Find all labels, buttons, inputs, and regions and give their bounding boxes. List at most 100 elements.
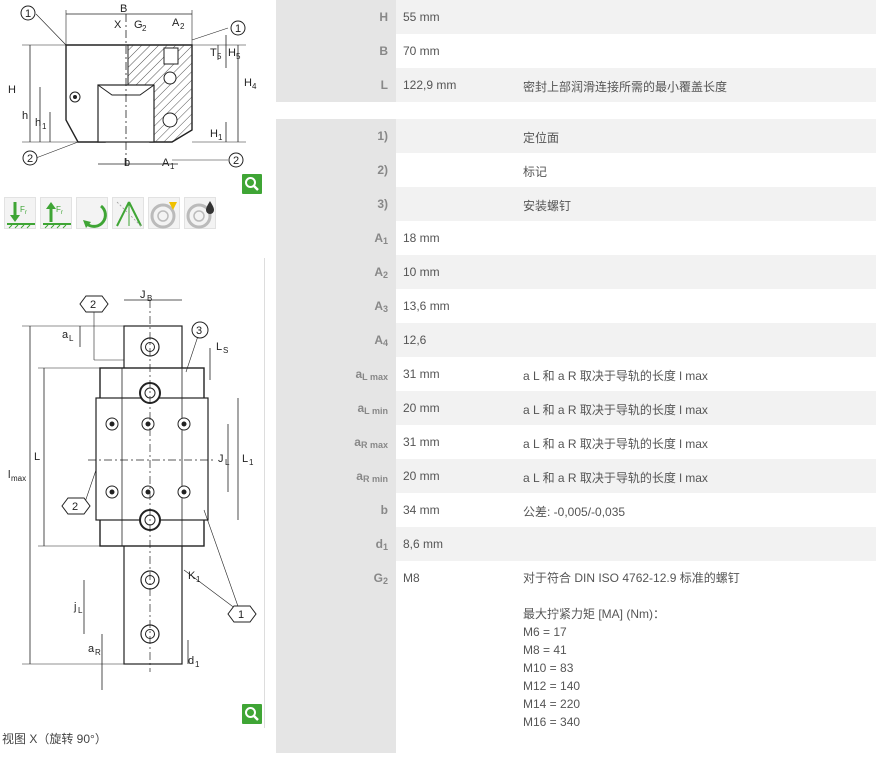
svg-text:a: a <box>62 329 69 341</box>
svg-text:H: H <box>228 47 236 59</box>
radial-load-down-icon[interactable]: F r <box>4 197 36 229</box>
note-line: M10 = 83 <box>523 661 574 675</box>
note-line: 最大拧紧力矩 [MA] (Nm)： <box>523 607 665 621</box>
table-row: L 122,9 mm 密封上部润滑连接所需的最小覆盖长度 <box>276 68 876 102</box>
param-value: 13,6 mm <box>396 289 516 323</box>
param-subscript: 1 <box>382 542 388 552</box>
param-key: d1 <box>276 527 396 561</box>
param-value: M8 <box>396 561 516 753</box>
param-value <box>396 119 516 153</box>
param-subscript: L max <box>362 372 388 382</box>
svg-text:a: a <box>88 643 95 655</box>
cross-section-svg: 1 2 1 2 B X G2 A2 H h h1 b A1 T5 H5 H4 H… <box>8 3 257 171</box>
svg-text:2: 2 <box>142 24 147 33</box>
svg-text:2: 2 <box>27 153 33 165</box>
param-value <box>396 187 516 221</box>
svg-text:H: H <box>244 77 252 89</box>
param-note: a L 和 a R 取决于导轨的长度 l max <box>516 425 876 459</box>
param-symbol: a <box>354 435 361 449</box>
param-key: A4 <box>276 323 396 357</box>
param-value: 31 mm <box>396 357 516 391</box>
table-row: 3) 安装螺钉 <box>276 187 876 221</box>
svg-text:r: r <box>61 210 63 216</box>
note-line: M16 = 340 <box>523 715 581 729</box>
view-caption: 视图 X（旋转 90°） <box>2 732 107 746</box>
table-row: aR min 20 mm a L 和 a R 取决于导轨的长度 l max <box>276 459 876 493</box>
table-row: aL min 20 mm a L 和 a R 取决于导轨的长度 l max <box>276 391 876 425</box>
param-key: A2 <box>276 255 396 289</box>
rigidity-icon[interactable] <box>112 197 144 229</box>
svg-text:1: 1 <box>170 162 175 171</box>
param-value: 12,6 <box>396 323 516 357</box>
param-symbol: G <box>373 571 383 585</box>
svg-text:R: R <box>95 648 101 657</box>
speed-icon[interactable] <box>148 197 180 229</box>
param-note: 对于符合 DIN ISO 4762-12.9 标准的螺钉 最大拧紧力矩 [MA] … <box>516 561 876 753</box>
top-view-svg: 2 3 2 1 JB aL LS l max L JL L1 K1 jL aR d… <box>8 289 257 690</box>
table-row: aR max 31 mm a L 和 a R 取决于导轨的长度 l max <box>276 425 876 459</box>
divider <box>264 258 265 728</box>
radial-load-up-icon[interactable]: F r <box>40 197 72 229</box>
param-note <box>516 323 876 357</box>
svg-text:2: 2 <box>72 501 78 513</box>
svg-text:max: max <box>11 474 26 483</box>
param-key: H <box>276 0 396 34</box>
spec-tables: H 55 mm B 70 mm L 122,9 mm 密封上部润滑连接所需的最小覆盖长度 1… <box>276 0 876 753</box>
svg-text:A: A <box>162 157 170 169</box>
main-dimensions-table: H 55 mm B 70 mm L 122,9 mm 密封上部润滑连接所需的最小覆盖长度 <box>276 0 876 102</box>
svg-text:H: H <box>210 128 218 140</box>
param-subscript: 4 <box>382 338 388 348</box>
svg-text:3: 3 <box>196 325 202 337</box>
param-value: 31 mm <box>396 425 516 459</box>
svg-text:b: b <box>124 157 130 169</box>
param-symbol: H <box>379 10 388 24</box>
top-view-drawing: 2 3 2 1 JB aL LS l max L JL L1 K1 jL aR d… <box>0 258 264 726</box>
param-symbol: d <box>375 537 383 551</box>
param-note <box>516 527 876 561</box>
svg-text:5: 5 <box>236 52 241 61</box>
svg-text:2: 2 <box>90 299 96 311</box>
svg-text:X: X <box>114 19 122 31</box>
param-value: 55 mm <box>396 0 516 34</box>
param-subscript: R min <box>362 474 388 484</box>
table-row: 1) 定位面 <box>276 119 876 153</box>
detail-dimensions-table: 1) 定位面 2) 标记 3) 安装螺钉 A1 18 mm A2 10 mm A3 13,6 mm A4… <box>276 119 876 753</box>
param-note: 安装螺钉 <box>516 187 876 221</box>
svg-text:L: L <box>78 606 83 615</box>
note-line: M6 = 17 <box>523 625 567 639</box>
param-value: 70 mm <box>396 34 516 68</box>
param-key: 1) <box>276 119 396 153</box>
param-value: 122,9 mm <box>396 68 516 102</box>
svg-text:5: 5 <box>217 52 222 61</box>
table-separator <box>276 102 876 119</box>
param-note: a L 和 a R 取决于导轨的长度 l max <box>516 459 876 493</box>
param-key: B <box>276 34 396 68</box>
table-row: A4 12,6 <box>276 323 876 357</box>
magnifier-icon <box>245 707 259 721</box>
zoom-button-1[interactable] <box>242 174 262 194</box>
svg-text:h: h <box>35 117 41 129</box>
svg-text:2: 2 <box>180 22 185 31</box>
moment-load-icon[interactable] <box>76 197 108 229</box>
param-value: 18 mm <box>396 221 516 255</box>
param-value <box>396 153 516 187</box>
svg-text:1: 1 <box>238 609 244 621</box>
zoom-button-2[interactable] <box>242 704 262 724</box>
param-note: 密封上部润滑连接所需的最小覆盖长度 <box>516 68 876 102</box>
param-note <box>516 255 876 289</box>
param-symbol: A <box>374 231 383 245</box>
param-subscript: 1 <box>382 236 388 246</box>
cross-section-drawing: 1 2 1 2 B X G2 A2 H h h1 b A1 T5 H5 H4 H… <box>0 0 264 194</box>
param-symbol: 1) <box>377 129 388 143</box>
svg-text:d: d <box>188 655 194 667</box>
svg-text:h: h <box>22 110 28 122</box>
param-key: aR min <box>276 459 396 493</box>
note-line: M8 = 41 <box>523 643 567 657</box>
table-row-g2: G2 M8 对于符合 DIN ISO 4762-12.9 标准的螺钉 最大拧紧力矩 [… <box>276 561 876 753</box>
svg-text:L: L <box>225 458 230 467</box>
svg-text:L: L <box>242 453 248 465</box>
param-key: 3) <box>276 187 396 221</box>
svg-text:K: K <box>188 570 196 582</box>
svg-text:B: B <box>147 294 152 303</box>
lubrication-icon[interactable] <box>184 197 216 229</box>
